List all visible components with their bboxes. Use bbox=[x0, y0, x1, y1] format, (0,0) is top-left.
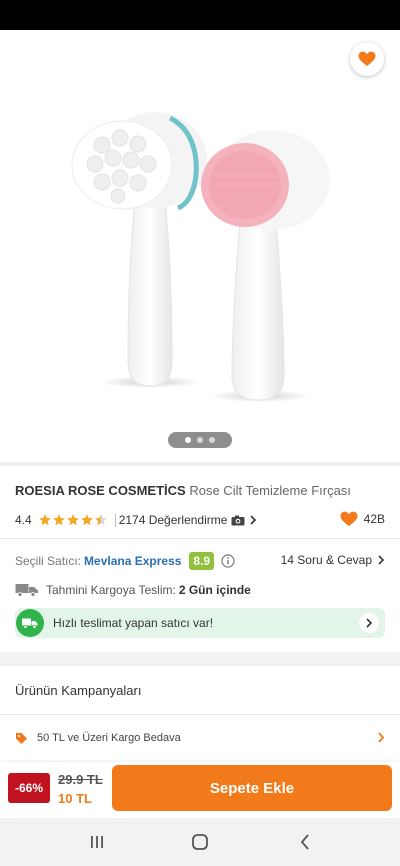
seller-label: Seçili Satıcı: bbox=[15, 554, 82, 568]
favorite-button[interactable] bbox=[350, 42, 384, 76]
arrow-left-icon bbox=[20, 51, 36, 65]
recent-apps-icon bbox=[91, 836, 103, 848]
star-icon bbox=[80, 514, 93, 526]
system-back-button[interactable] bbox=[290, 830, 320, 854]
half-star-icon bbox=[94, 514, 107, 526]
back-button[interactable] bbox=[12, 42, 44, 74]
star-icon bbox=[66, 514, 79, 526]
share-icon bbox=[306, 49, 323, 69]
seller-name-link[interactable]: Mevlana Express bbox=[84, 554, 181, 568]
chevron-right-icon bbox=[378, 732, 385, 743]
rating-value: 4.4 bbox=[15, 513, 32, 527]
chevron-left-icon bbox=[300, 834, 309, 850]
campaign-item[interactable]: 50 TL ve Üzeri Kargo Bedava bbox=[15, 728, 385, 748]
product-detail-screen: ROESIA ROSE COSMETİCS Rose Cilt Temizlem… bbox=[0, 0, 400, 866]
chevron-right-icon bbox=[378, 555, 385, 565]
camera-icon bbox=[231, 515, 245, 525]
product-image[interactable] bbox=[40, 90, 360, 430]
gallery-dot[interactable] bbox=[197, 437, 203, 443]
questions-answers-link[interactable]: 14 Soru & Cevap bbox=[281, 553, 385, 567]
gallery-pagination[interactable] bbox=[168, 432, 232, 448]
product-info: ROESIA ROSE COSMETİCS Rose Cilt Temizlem… bbox=[0, 466, 400, 652]
heart-icon bbox=[340, 511, 358, 526]
add-to-cart-button[interactable]: Sepete Ekle bbox=[112, 765, 392, 811]
old-price: 29.9 TL bbox=[58, 772, 103, 787]
product-name: Rose Cilt Temizleme Fırçası bbox=[189, 483, 351, 498]
fast-delivery-arrow[interactable] bbox=[359, 613, 379, 633]
chevron-right-icon bbox=[366, 618, 373, 628]
info-icon[interactable] bbox=[221, 554, 235, 568]
favorite-count[interactable]: 42B bbox=[340, 511, 385, 527]
status-bar bbox=[0, 0, 400, 30]
truck-icon bbox=[15, 584, 38, 597]
fast-delivery-banner[interactable]: Hızlı teslimat yapan satıcı var! bbox=[15, 608, 385, 638]
delivery-label: Tahmini Kargoya Teslim: bbox=[46, 583, 176, 597]
reviews-link[interactable]: 2174 Değerlendirme bbox=[119, 513, 258, 527]
product-title: ROESIA ROSE COSMETİCS Rose Cilt Temizlem… bbox=[15, 482, 385, 500]
favorite-count-value: 42B bbox=[363, 512, 385, 526]
tag-icon bbox=[16, 732, 27, 744]
campaigns-title: Ürünün Kampanyaları bbox=[15, 683, 142, 698]
review-count: 2174 Değerlendirme bbox=[118, 513, 228, 527]
campaigns-section: Ürünün Kampanyaları 50 TL ve Üzeri Kargo… bbox=[0, 666, 400, 762]
gallery-dot[interactable] bbox=[209, 437, 215, 443]
fast-delivery-icon bbox=[16, 609, 44, 637]
divider bbox=[0, 714, 400, 715]
share-button[interactable] bbox=[298, 42, 332, 76]
questions-answers-label: 14 Soru & Cevap bbox=[280, 553, 372, 567]
rating-row: 4.4 2174 Değerlendirme 42B bbox=[15, 511, 385, 529]
chevron-right-icon bbox=[250, 515, 257, 525]
campaign-label: 50 TL ve Üzeri Kargo Bedava bbox=[37, 732, 181, 744]
discount-badge: -66% bbox=[8, 773, 50, 803]
divider bbox=[114, 513, 116, 527]
product-gallery[interactable] bbox=[0, 30, 400, 462]
heart-icon bbox=[358, 51, 376, 66]
fast-delivery-text: Hızlı teslimat yapan satıcı var! bbox=[53, 616, 214, 630]
home-icon bbox=[192, 834, 208, 850]
gallery-dot[interactable] bbox=[185, 437, 191, 443]
bottom-action-bar: -66% 29.9 TL 10 TL Sepete Ekle bbox=[0, 762, 400, 818]
system-navigation-bar bbox=[0, 818, 400, 866]
delivery-value: 2 Gün içinde bbox=[178, 583, 251, 597]
home-button[interactable] bbox=[185, 830, 215, 854]
seller-row: Seçili Satıcı: Mevlana Express 8.9 14 So… bbox=[15, 551, 385, 571]
star-icon bbox=[38, 514, 51, 526]
rating-stars bbox=[38, 513, 108, 527]
star-icon bbox=[52, 514, 65, 526]
recent-apps-button[interactable] bbox=[82, 830, 112, 854]
delivery-estimate: Tahmini Kargoya Teslim: 2 Gün içinde bbox=[15, 581, 385, 599]
divider bbox=[0, 538, 400, 539]
current-price: 10 TL bbox=[58, 791, 92, 806]
brand-name[interactable]: ROESIA ROSE COSMETİCS bbox=[15, 483, 186, 498]
seller-score-badge: 8.9 bbox=[189, 552, 215, 570]
truck-icon bbox=[22, 618, 38, 629]
